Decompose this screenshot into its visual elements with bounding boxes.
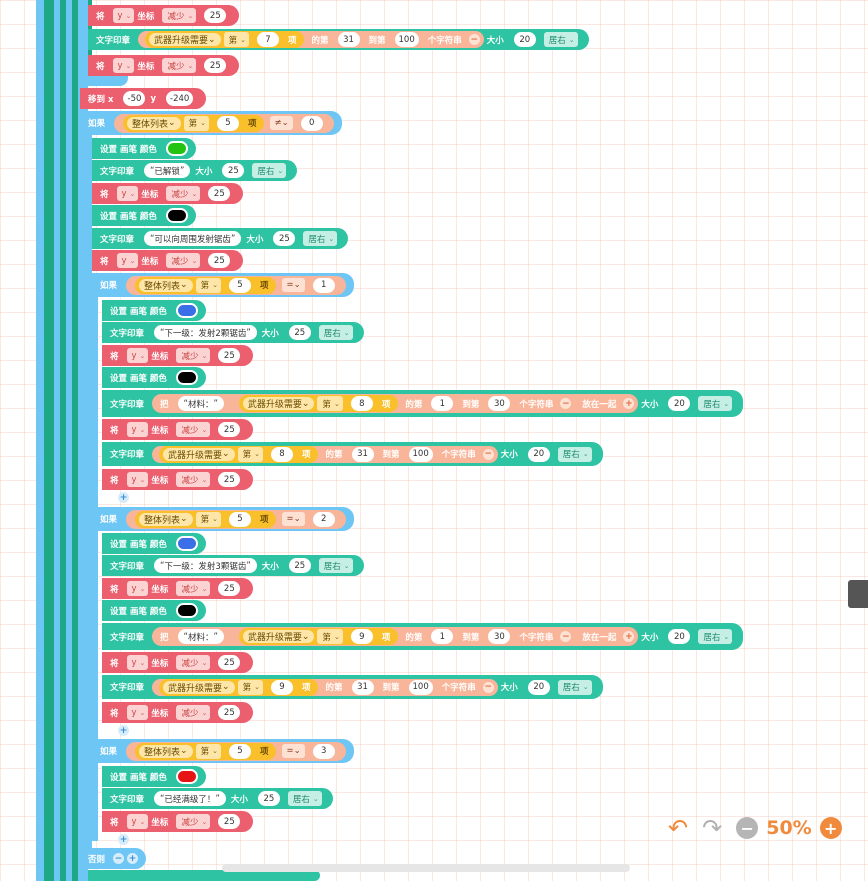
set-pen-color-block[interactable]: 设置 画笔 颜色 [102, 367, 206, 388]
var-dropdown[interactable]: y ⌄ [112, 8, 135, 23]
canvas-toolbar: ↶ ↷ − 50% + [668, 814, 842, 842]
change-y-block[interactable]: 将 y ⌄ 坐标 减少 ⌄ 25 [88, 5, 240, 26]
stamp-text-block[interactable]: 文字印章 “ 下一级：发射3颗锯齿 ” 大小 25 居右 ⌄ [102, 555, 364, 576]
amount-input[interactable]: 25 [204, 8, 227, 23]
change-y-block[interactable]: 将 y ⌄ 坐标 减少 ⌄ 25 [102, 652, 254, 673]
change-y-block[interactable]: 将 y ⌄ 坐标 减少 ⌄ 25 [102, 419, 254, 440]
block-end-cap [88, 76, 128, 86]
zoom-in-button[interactable]: + [819, 817, 842, 839]
color-swatch[interactable] [165, 141, 188, 156]
set-pen-color-block[interactable]: 设置 画笔 颜色 [102, 766, 206, 787]
stamp-text-block[interactable]: 文字印章 武器升级需要 ⌄ 第 ⌄ 7项 的第 31 到第 100 个字符串 − 大小 20… [88, 29, 589, 50]
change-y-block[interactable]: 将 y ⌄ 坐标 减少 ⌄ 25 [102, 469, 254, 490]
set-pen-color-block[interactable]: 设置 画笔 颜色 [92, 205, 196, 226]
redo-arrow-icon[interactable]: ↷ [702, 814, 722, 842]
remove-branch-icon[interactable]: − [113, 853, 125, 864]
if-block[interactable]: 如果 整体列表 ⌄ 第 ⌄ 5项 = ⌄ 3 [92, 739, 354, 763]
change-y-block[interactable]: 将 y ⌄ 坐标 减少 ⌄ 25 [88, 55, 240, 76]
align-dropdown[interactable]: 居右 ⌄ [543, 32, 578, 47]
set-pen-color-block[interactable]: 设置 画笔 颜色 [92, 138, 196, 159]
set-pen-color-block[interactable]: 设置 画笔 颜色 [102, 300, 206, 321]
change-y-block[interactable]: 将 y ⌄ 坐标 减少 ⌄ 25 [92, 183, 244, 204]
color-swatch[interactable] [175, 303, 198, 318]
stamp-text-block[interactable]: 文字印章 “ 下一级：发射2颗锯齿 ” 大小 25 居右 ⌄ [102, 322, 364, 343]
if-block[interactable]: 如果 整体列表 ⌄ 第 ⌄ 5项 = ⌄ 1 [92, 273, 354, 297]
add-branch-icon[interactable]: + [127, 853, 139, 864]
color-swatch[interactable] [175, 769, 198, 784]
substring-block[interactable]: 武器升级需要 ⌄ 第 ⌄ 7项 的第 31 到第 100 个字符串 − [138, 31, 484, 48]
op-dropdown[interactable]: 减少 ⌄ [162, 8, 197, 23]
stamp-text-block[interactable]: 文字印章 “ 可以向周围发射锯齿 ” 大小 25 居右 ⌄ [92, 228, 349, 249]
set-pen-color-block[interactable]: 设置 画笔 颜色 [102, 600, 206, 621]
stamp-text-block[interactable]: 文字印章 把 “ 材料： ” 武器升级需要 ⌄ 第 ⌄ 8项 的第 1 到第 30 个字… [102, 390, 744, 417]
stamp-text-block[interactable]: 文字印章 武器升级需要 ⌄ 第 ⌄ 8项 的第 31 到第 100 个字符串 − 大小 20… [102, 442, 603, 466]
if-block[interactable]: 如果 整体列表 ⌄ 第 ⌄ 5项 = ⌄ 2 [92, 507, 354, 531]
change-y-block[interactable]: 将 y ⌄ 坐标 减少 ⌄ 25 [102, 702, 254, 723]
join-block[interactable]: 把 “ 材料： ” 武器升级需要 ⌄ 第 ⌄ 8项 的第 1 到第 30 个字符串 − 放… [152, 394, 639, 413]
zoom-out-button[interactable]: − [736, 817, 759, 839]
stamp-text-block[interactable]: 文字印章 武器升级需要 ⌄ 第 ⌄ 9项 的第 31 到第 100 个字符串 − 大小 20… [102, 675, 603, 699]
change-y-block[interactable]: 将 y ⌄ 坐标 减少 ⌄ 25 [102, 578, 254, 599]
horizontal-scrollbar[interactable] [222, 864, 630, 872]
change-y-block[interactable]: 将 y ⌄ 坐标 减少 ⌄ 25 [102, 811, 254, 832]
stamp-text-block[interactable]: 文字印章 把 “ 材料： ” 武器升级需要 ⌄ 第 ⌄ 9项 的第 1 到第 30 个字… [102, 623, 744, 650]
zoom-level: 50% [766, 817, 812, 839]
stamp-text-block[interactable]: 文字印章 “ 已解锁 ” 大小 25 居右 ⌄ [92, 160, 298, 181]
add-branch-icon[interactable]: + [118, 834, 129, 845]
if-block[interactable]: 如果 整体列表 ⌄ 第 ⌄ 5项 ≠ ⌄ 0 [80, 111, 342, 135]
else-block[interactable]: 否则 − + [80, 848, 147, 869]
add-branch-icon[interactable]: + [118, 492, 129, 503]
color-swatch[interactable] [175, 603, 198, 618]
side-panel-handle[interactable] [848, 580, 868, 608]
set-pen-color-block[interactable]: 设置 画笔 颜色 [102, 533, 206, 554]
change-y-block[interactable]: 将 y ⌄ 坐标 减少 ⌄ 25 [92, 250, 244, 271]
stamp-text-block[interactable]: 文字印章 “ 已经满级了！ ” 大小 25 居右 ⌄ [102, 788, 333, 809]
add-branch-icon[interactable]: + [118, 725, 129, 736]
color-swatch[interactable] [175, 370, 198, 385]
undo-arrow-icon[interactable]: ↶ [668, 814, 688, 842]
color-swatch[interactable] [175, 536, 198, 551]
color-swatch[interactable] [165, 208, 188, 223]
move-to-block[interactable]: 移到 x -50 y -240 [80, 88, 207, 109]
collapse-icon[interactable]: − [468, 34, 480, 45]
change-y-block[interactable]: 将 y ⌄ 坐标 减少 ⌄ 25 [102, 345, 254, 366]
